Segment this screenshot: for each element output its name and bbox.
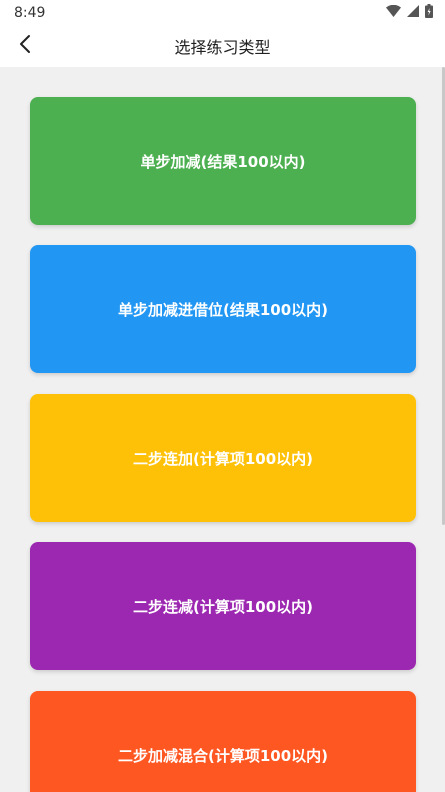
scrollbar[interactable] [441, 67, 445, 792]
practice-type-card-single-step-carry-borrow[interactable]: 单步加减进借位(结果100以内) [30, 245, 416, 373]
card-label: 单步加减(结果100以内) [140, 152, 306, 171]
practice-type-card-single-step-add-sub[interactable]: 单步加减(结果100以内) [30, 97, 416, 225]
back-button[interactable] [10, 31, 40, 61]
cellular-signal-icon [407, 4, 419, 21]
card-label: 单步加减进借位(结果100以内) [117, 300, 329, 319]
card-label: 二步连加(计算项100以内) [132, 449, 314, 468]
card-label: 二步加减混合(计算项100以内) [117, 746, 329, 765]
status-bar: 8:49 [0, 0, 445, 25]
battery-icon [425, 3, 433, 22]
status-time: 8:49 [14, 4, 46, 21]
chevron-left-icon [18, 34, 32, 58]
practice-type-card-two-step-add[interactable]: 二步连加(计算项100以内) [30, 394, 416, 522]
status-icons [386, 3, 433, 22]
card-label: 二步连减(计算项100以内) [132, 597, 314, 616]
practice-type-card-two-step-subtract[interactable]: 二步连减(计算项100以内) [30, 542, 416, 670]
wifi-icon [386, 4, 401, 21]
practice-type-list[interactable]: 单步加减(结果100以内) 单步加减进借位(结果100以内) 二步连加(计算项1… [0, 67, 445, 792]
practice-type-card-two-step-mixed[interactable]: 二步加减混合(计算项100以内) [30, 691, 416, 792]
app-bar: 选择练习类型 [0, 25, 445, 67]
page-title: 选择练习类型 [174, 38, 271, 57]
